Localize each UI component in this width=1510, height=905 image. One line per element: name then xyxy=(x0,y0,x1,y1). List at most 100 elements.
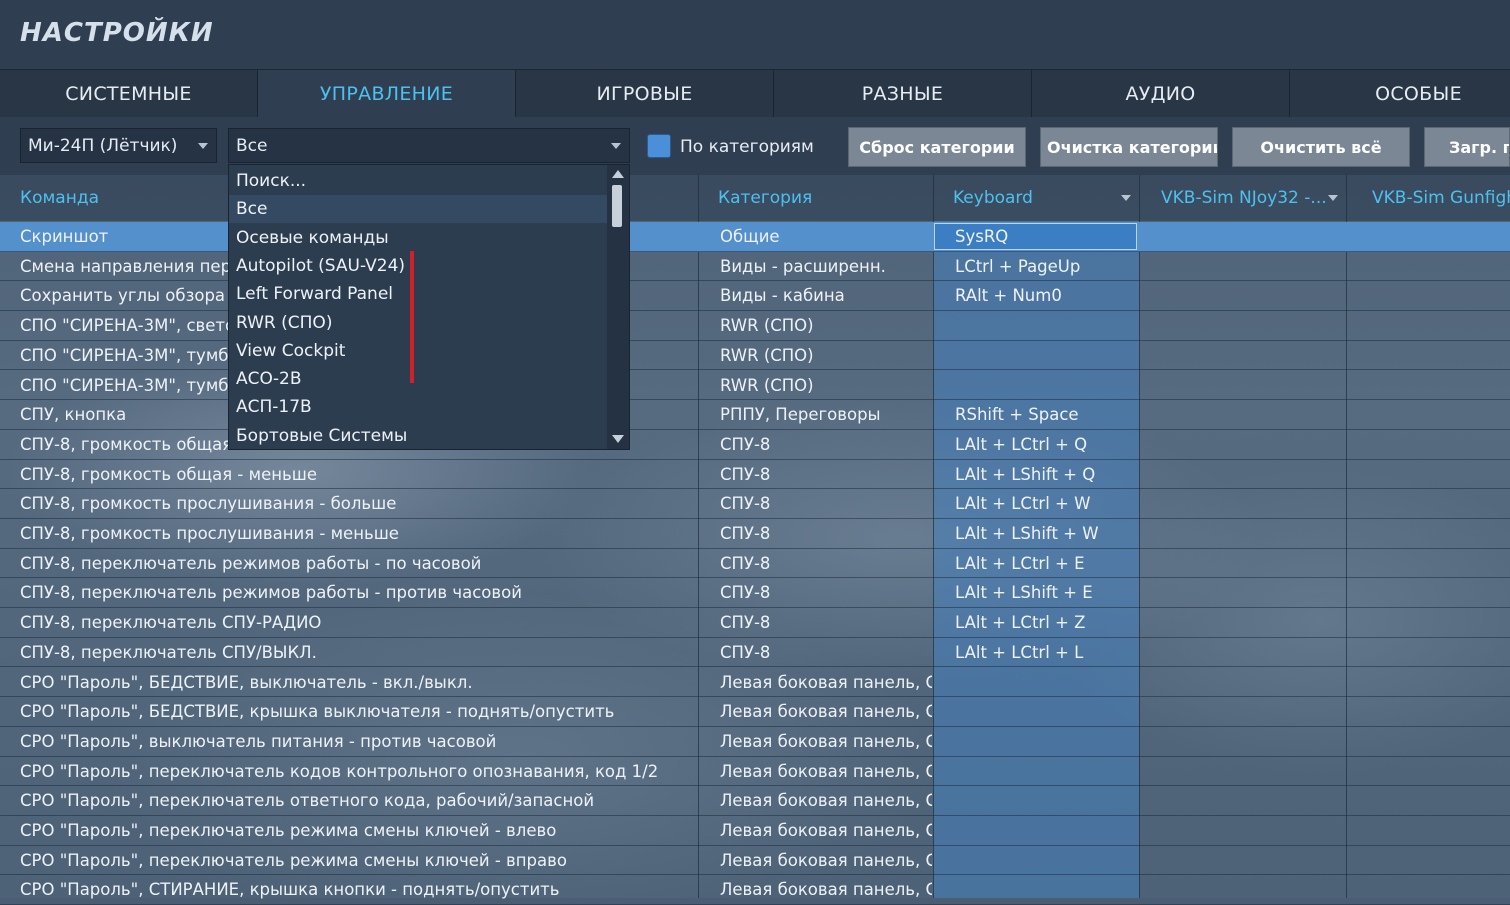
keyboard-header-label: Keyboard xyxy=(953,188,1033,208)
table-row[interactable]: СПУ-8, переключатель режимов работы - по… xyxy=(0,549,1510,579)
category-cell: СПУ-8 xyxy=(720,524,771,543)
keyboard-binding-cell[interactable] xyxy=(955,697,1135,726)
dropdown-option[interactable]: Все xyxy=(229,195,609,224)
dropdown-option[interactable]: RWR (СПО) xyxy=(229,309,609,337)
table-row[interactable]: СРО "Пароль", переключатель режима смены… xyxy=(0,846,1510,876)
command-cell: СРО "Пароль", переключатель режима смены… xyxy=(20,850,567,870)
dropdown-option[interactable]: АСП-17В xyxy=(229,393,609,421)
keyboard-binding-cell[interactable] xyxy=(955,311,1135,340)
table-row[interactable]: СРО "Пароль", переключатель режима смены… xyxy=(0,816,1510,846)
keyboard-binding-cell[interactable]: SysRQ xyxy=(955,222,1135,251)
category-cell: Виды - расширенн. xyxy=(720,256,886,276)
keyboard-binding-cell[interactable]: LAlt + LCtrl + W xyxy=(955,489,1135,518)
table-row[interactable]: СРО "Пароль", БЕДСТВИЕ, выключатель - вк… xyxy=(0,668,1510,698)
table-row[interactable]: СПУ-8, громкость прослушивания - больше С… xyxy=(0,489,1510,519)
category-cell: Левая боковая панель, С xyxy=(720,672,932,692)
keyboard-binding-cell[interactable] xyxy=(955,786,1135,815)
table-row[interactable]: СПУ-8, громкость общая - больше СПУ-8 LAlt… xyxy=(0,430,1510,460)
dropdown-option[interactable]: АСО-2В xyxy=(229,365,609,393)
table-row[interactable]: Скриншот Общие SysRQ xyxy=(0,222,1510,252)
dropdown-option[interactable]: Autopilot (SAU-V24) xyxy=(229,252,609,280)
keyboard-binding-cell[interactable]: RShift + Space xyxy=(955,400,1135,429)
table-row[interactable]: СРО "Пароль", переключатель ответного ко… xyxy=(0,786,1510,816)
category-cell: Левая боковая панель, С xyxy=(720,850,932,870)
red-annotation-line xyxy=(410,251,414,383)
category-cell: RWR (СПО) xyxy=(720,375,814,395)
table-row[interactable]: СПО "СИРЕНА-3М", свето RWR (СПО) xyxy=(0,311,1510,341)
table-row[interactable]: Сохранить углы обзора Виды - кабина RAlt +… xyxy=(0,281,1510,312)
keyboard-binding-cell[interactable]: LCtrl + PageUp xyxy=(955,252,1135,281)
keyboard-binding-cell[interactable] xyxy=(955,875,1135,904)
table-header: Команда Категория Keyboard VKB-Sim NJoy3… xyxy=(0,175,1510,221)
table-row[interactable]: СПУ-8, переключатель режимов работы - пр… xyxy=(0,578,1510,609)
clear-category-button[interactable]: Очистка категории xyxy=(1040,127,1218,167)
tab-audio[interactable]: АУДИО xyxy=(1032,70,1290,117)
keyboard-binding-cell[interactable]: LAlt + LCtrl + Z xyxy=(955,608,1135,637)
scrollbar-thumb[interactable] xyxy=(612,185,622,227)
chevron-down-icon xyxy=(1121,195,1131,201)
table-row[interactable]: СРО "Пароль", переключатель кодов контро… xyxy=(0,757,1510,787)
keyboard-binding-cell[interactable]: LAlt + LCtrl + L xyxy=(955,638,1135,667)
category-cell: Левая боковая панель, С xyxy=(720,731,932,751)
command-cell: СРО "Пароль", переключатель режима смены… xyxy=(20,821,557,840)
by-category-checkbox[interactable] xyxy=(647,134,671,158)
keyboard-binding-cell[interactable] xyxy=(955,816,1135,845)
keyboard-binding-cell[interactable]: LAlt + LShift + Q xyxy=(955,460,1135,489)
column-header-device2[interactable]: VKB-Sim Gunfigh xyxy=(1346,175,1510,221)
command-cell: СПУ-8, переключатель СПУ-РАДИО xyxy=(20,613,322,633)
table-row[interactable]: СПУ-8, громкость общая - меньше СПУ-8 LAlt… xyxy=(0,460,1510,490)
keyboard-binding-cell[interactable]: LAlt + LShift + W xyxy=(955,519,1135,548)
load-profile-button[interactable]: Загр. п xyxy=(1424,127,1510,167)
tab-misc[interactable]: РАЗНЫЕ xyxy=(774,70,1032,117)
category-cell: RWR (СПО) xyxy=(720,345,814,365)
scroll-down-arrow-icon[interactable] xyxy=(612,435,624,443)
command-cell: СРО "Пароль", БЕДСТВИЕ, крышка выключате… xyxy=(20,702,615,722)
keyboard-binding-cell[interactable]: LAlt + LCtrl + E xyxy=(955,549,1135,578)
dropdown-option[interactable]: Осевые команды xyxy=(229,224,609,252)
table-row[interactable]: СРО "Пароль", выключатель питания - прот… xyxy=(0,727,1510,757)
dropdown-option[interactable]: Left Forward Panel xyxy=(229,280,609,308)
tab-special[interactable]: ОСОБЫЕ xyxy=(1290,70,1510,117)
table-row[interactable]: СПУ-8, громкость прослушивания - меньше С… xyxy=(0,519,1510,549)
keyboard-binding-cell[interactable] xyxy=(955,846,1135,875)
command-cell: СПУ-8, громкость прослушивания - больше xyxy=(20,494,397,514)
tab-system[interactable]: СИСТЕМНЫЕ xyxy=(0,70,258,117)
category-cell: RWR (СПО) xyxy=(720,316,814,336)
table-row[interactable]: СПУ, кнопка РППУ, Переговоры RShift + Spac… xyxy=(0,400,1510,430)
keyboard-binding-cell[interactable] xyxy=(955,727,1135,756)
aircraft-select[interactable]: Ми-24П (Лётчик) xyxy=(20,128,217,163)
table-row[interactable]: СРО "Пароль", СТИРАНИЕ, крышка кнопки - … xyxy=(0,875,1510,905)
keyboard-binding-cell[interactable] xyxy=(955,341,1135,370)
table-row[interactable]: Смена направления пере Виды - расширенн. L… xyxy=(0,252,1510,282)
tab-controls[interactable]: УПРАВЛЕНИЕ xyxy=(258,70,516,117)
table-row[interactable]: СПУ-8, переключатель СПУ-РАДИО СПУ-8 LAlt … xyxy=(0,608,1510,638)
table-row[interactable]: СПУ-8, переключатель СПУ/ВЫКЛ. СПУ-8 LAlt … xyxy=(0,638,1510,668)
column-header-device1[interactable]: VKB-Sim NJoy32 -... xyxy=(1139,175,1346,221)
dropdown-option[interactable]: View Cockpit xyxy=(229,337,609,365)
category-cell: Левая боковая панель, С xyxy=(720,821,932,840)
keyboard-binding-cell[interactable] xyxy=(955,668,1135,697)
column-header-category[interactable]: Категория xyxy=(698,175,933,221)
tab-gameplay[interactable]: ИГРОВЫЕ xyxy=(516,70,774,117)
category-cell: СПУ-8 xyxy=(720,464,771,484)
command-cell: СРО "Пароль", выключатель питания - прот… xyxy=(20,731,497,751)
category-cell: СПУ-8 xyxy=(720,613,771,633)
category-cell: СПУ-8 xyxy=(720,583,771,603)
keyboard-binding-cell[interactable]: RAlt + Num0 xyxy=(955,281,1135,310)
keyboard-binding-cell[interactable] xyxy=(955,757,1135,786)
keyboard-binding-cell[interactable] xyxy=(955,371,1135,400)
reset-category-button[interactable]: Сброс категории xyxy=(848,127,1026,167)
category-select[interactable]: Все xyxy=(228,128,630,163)
category-cell: Левая боковая панель, С xyxy=(720,761,932,781)
clear-all-button[interactable]: Очистить всё xyxy=(1232,127,1410,167)
dropdown-scrollbar[interactable] xyxy=(607,165,629,449)
table-row[interactable]: СПО "СИРЕНА-3М", тумбл RWR (СПО) xyxy=(0,371,1510,401)
column-header-keyboard[interactable]: Keyboard xyxy=(933,175,1139,221)
dropdown-option[interactable]: Бортовые Системы xyxy=(229,422,609,450)
table-row[interactable]: СРО "Пароль", БЕДСТВИЕ, крышка выключате… xyxy=(0,697,1510,727)
keyboard-binding-cell[interactable]: LAlt + LShift + E xyxy=(955,578,1135,607)
scroll-up-arrow-icon[interactable] xyxy=(612,170,624,178)
table-row[interactable]: СПО "СИРЕНА-3М", тумбл RWR (СПО) xyxy=(0,341,1510,371)
dropdown-search-item[interactable]: Поиск... xyxy=(229,167,609,195)
keyboard-binding-cell[interactable]: LAlt + LCtrl + Q xyxy=(955,430,1135,459)
